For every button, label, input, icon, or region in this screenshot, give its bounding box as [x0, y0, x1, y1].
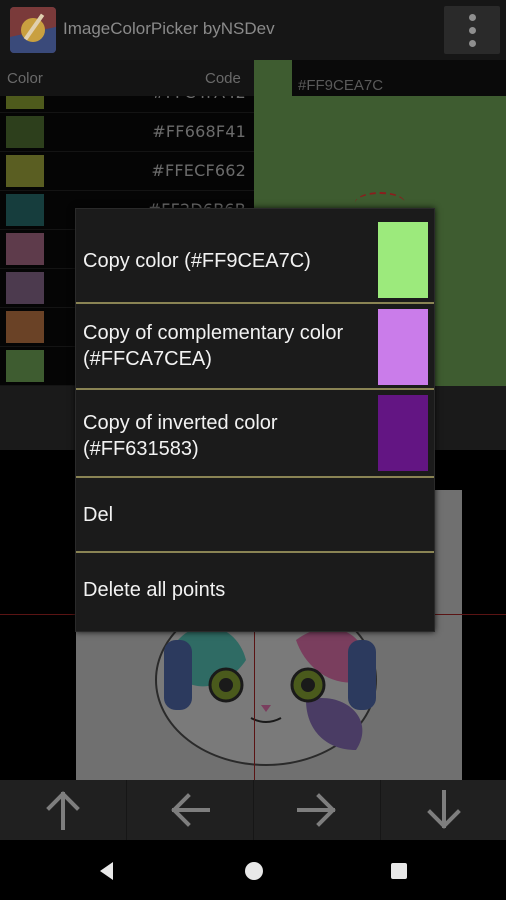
- dot-icon: [469, 40, 476, 47]
- context-menu-dialog: Copy color (#FF9CEA7C) Copy of complemen…: [75, 208, 435, 632]
- preview-color-code: #FF9CEA7C: [298, 77, 384, 94]
- move-right-button[interactable]: [254, 780, 381, 840]
- delete-all-points-item[interactable]: Delete all points: [76, 553, 434, 631]
- color-swatch: [6, 116, 44, 148]
- copy-complementary-item[interactable]: Copy of complementary color (#FFCA7CEA): [76, 304, 434, 387]
- list-item[interactable]: #FFECF662: [0, 152, 254, 191]
- back-icon: [100, 862, 113, 880]
- arrow-up-icon: [46, 791, 80, 830]
- color-code: #FF668F41: [152, 122, 246, 141]
- code-column-header: Code: [205, 70, 241, 87]
- color-code: #FFC4FA42: [152, 96, 246, 102]
- color-swatch: [6, 96, 44, 109]
- back-button[interactable]: [96, 860, 118, 882]
- copy-color-label: Copy color (#FF9CEA7C): [83, 250, 311, 272]
- arrow-right-icon: [297, 793, 336, 827]
- copy-color-item[interactable]: Copy color (#FF9CEA7C): [76, 209, 434, 302]
- list-item[interactable]: #FFC4FA42: [0, 96, 254, 113]
- color-swatch: [6, 350, 44, 382]
- copy-inverted-label-line2: (#FF631583): [83, 438, 199, 460]
- move-left-button[interactable]: [127, 780, 254, 840]
- app-logo-icon: [10, 7, 56, 53]
- copy-complementary-label-line1: Copy of complementary color: [83, 322, 344, 344]
- list-item[interactable]: #FF668F41: [0, 113, 254, 152]
- del-item[interactable]: Del: [76, 478, 434, 550]
- home-button[interactable]: [243, 860, 265, 882]
- recents-button[interactable]: [389, 861, 409, 881]
- color-swatch: [6, 311, 44, 343]
- preview-swatch: [254, 60, 292, 96]
- recents-icon: [391, 863, 407, 879]
- arrow-down-icon: [427, 790, 461, 829]
- overflow-menu-button[interactable]: [444, 6, 500, 54]
- copy-inverted-label-line1: Copy of inverted color: [83, 412, 278, 434]
- copy-inverted-item[interactable]: Copy of inverted color (#FF631583): [76, 390, 434, 476]
- color-swatch: [6, 233, 44, 265]
- home-icon: [245, 862, 263, 880]
- app-title: ImageColorPicker byNSDev: [63, 19, 275, 38]
- complementary-swatch: [378, 309, 428, 385]
- color-swatch: [6, 194, 44, 226]
- del-label: Del: [83, 504, 114, 526]
- delete-all-points-label: Delete all points: [83, 579, 226, 601]
- dot-icon: [469, 27, 476, 34]
- color-swatch: [378, 222, 428, 298]
- color-code: #FFECF662: [151, 161, 246, 180]
- copy-complementary-label-line2: (#FFCA7CEA): [83, 348, 212, 370]
- color-column-header: Color: [7, 70, 43, 87]
- color-swatch: [6, 272, 44, 304]
- inverted-swatch: [378, 395, 428, 471]
- move-down-button[interactable]: [381, 780, 506, 840]
- move-up-button[interactable]: [0, 780, 127, 840]
- dot-icon: [469, 14, 476, 21]
- arrow-left-icon: [171, 793, 210, 827]
- color-swatch: [6, 155, 44, 187]
